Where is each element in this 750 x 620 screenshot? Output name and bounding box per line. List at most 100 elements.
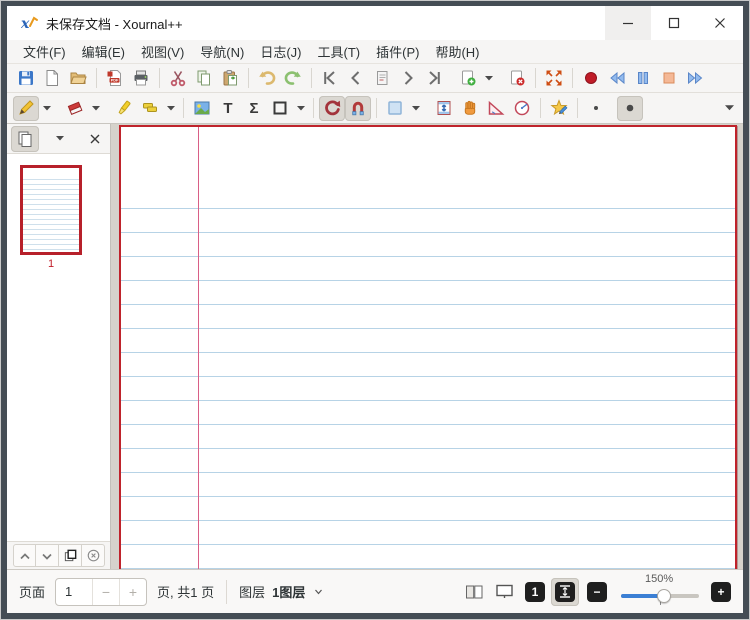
menu-plugins[interactable]: 插件(P) bbox=[368, 39, 427, 64]
thickness-medium-button[interactable] bbox=[617, 96, 643, 121]
add-page-dropdown[interactable] bbox=[481, 66, 496, 91]
vertical-space-button[interactable] bbox=[431, 96, 457, 121]
delete-page-button[interactable] bbox=[504, 66, 530, 91]
document-page[interactable] bbox=[119, 125, 737, 569]
audio-stop-button[interactable] bbox=[656, 66, 682, 91]
insert-image-button[interactable] bbox=[189, 96, 215, 121]
page-decrement-button[interactable]: − bbox=[92, 579, 119, 605]
zoom-in-button[interactable]: + bbox=[711, 582, 731, 602]
hand-tool-button[interactable] bbox=[457, 96, 483, 121]
print-button[interactable] bbox=[128, 66, 154, 91]
favorite-tool-button[interactable] bbox=[546, 96, 572, 121]
page-increment-button[interactable]: + bbox=[119, 579, 146, 605]
next-page-icon bbox=[399, 69, 417, 87]
select-rect-dropdown[interactable] bbox=[408, 96, 423, 121]
zoom-100-button[interactable]: 1 bbox=[525, 582, 545, 602]
layer-dropdown[interactable] bbox=[314, 589, 323, 595]
chevron-down-icon bbox=[56, 136, 64, 141]
layer-value[interactable]: 1图层 bbox=[272, 582, 305, 601]
thickness-menu-dropdown[interactable] bbox=[722, 96, 737, 121]
open-button[interactable] bbox=[65, 66, 91, 91]
zoom-slider[interactable]: 150% bbox=[621, 577, 699, 607]
menu-tools[interactable]: 工具(T) bbox=[310, 39, 369, 64]
menu-view[interactable]: 视图(V) bbox=[133, 39, 192, 64]
zoom-out-button[interactable]: − bbox=[587, 582, 607, 602]
select-rect-button[interactable] bbox=[382, 96, 408, 121]
separator bbox=[535, 68, 536, 88]
cut-button[interactable] bbox=[165, 66, 191, 91]
menu-navigation[interactable]: 导航(N) bbox=[192, 39, 252, 64]
svg-text:T: T bbox=[223, 100, 232, 117]
hand-icon bbox=[461, 99, 479, 117]
pdf-text-select-dropdown[interactable] bbox=[163, 96, 178, 121]
square-shape-icon bbox=[271, 99, 289, 117]
fine-dot-icon bbox=[587, 99, 605, 117]
fast-forward-icon bbox=[686, 69, 704, 87]
shape-tool-dropdown[interactable] bbox=[293, 96, 308, 121]
eraser-options-dropdown[interactable] bbox=[88, 96, 103, 121]
xournalpp-window: x 未保存文档 - Xournal++ 文件(F) 编辑(E) 视图(V) 导航… bbox=[7, 6, 743, 613]
xournalpp-logo-icon: x bbox=[21, 15, 39, 31]
separator bbox=[183, 98, 184, 118]
fullscreen-button[interactable] bbox=[541, 66, 567, 91]
paste-button[interactable] bbox=[217, 66, 243, 91]
pdf-text-select-icon bbox=[141, 99, 159, 117]
document-canvas[interactable] bbox=[111, 124, 743, 569]
paste-clipboard-icon bbox=[221, 69, 239, 87]
scroll-down-button[interactable] bbox=[36, 544, 59, 567]
undo-button[interactable] bbox=[254, 66, 280, 91]
menu-edit[interactable]: 编辑(E) bbox=[74, 39, 133, 64]
presentation-mode-button[interactable] bbox=[491, 580, 517, 604]
save-button[interactable] bbox=[13, 66, 39, 91]
text-tool-button[interactable]: T bbox=[215, 96, 241, 121]
maximize-button[interactable] bbox=[651, 6, 697, 40]
pen-options-dropdown[interactable] bbox=[39, 96, 54, 121]
first-page-button[interactable] bbox=[317, 66, 343, 91]
menu-file[interactable]: 文件(F) bbox=[15, 39, 74, 64]
sidebar-close-button[interactable] bbox=[84, 126, 106, 152]
paired-pages-button[interactable] bbox=[461, 580, 487, 604]
zoom-fit-button[interactable] bbox=[551, 578, 579, 606]
snap-magnet-button[interactable] bbox=[345, 96, 371, 121]
shape-recognizer-button[interactable] bbox=[319, 96, 345, 121]
last-page-button[interactable] bbox=[421, 66, 447, 91]
close-button[interactable] bbox=[697, 6, 743, 40]
next-page-button[interactable] bbox=[395, 66, 421, 91]
audio-forward-button[interactable] bbox=[682, 66, 708, 91]
chevron-down-icon bbox=[725, 105, 734, 111]
close-panel-button[interactable] bbox=[82, 544, 105, 567]
duplicate-page-button[interactable] bbox=[59, 544, 82, 567]
pen-tool-button[interactable] bbox=[13, 96, 39, 121]
audio-rewind-button[interactable] bbox=[604, 66, 630, 91]
page-thumbnail-1[interactable] bbox=[20, 165, 82, 255]
thumbnail-ruled-lines bbox=[23, 179, 79, 252]
sidebar-dropdown[interactable] bbox=[49, 126, 71, 152]
audio-pause-button[interactable] bbox=[630, 66, 656, 91]
previous-page-button[interactable] bbox=[343, 66, 369, 91]
redo-button[interactable] bbox=[280, 66, 306, 91]
eraser-icon bbox=[66, 99, 84, 117]
page-spinner-value[interactable]: 1 bbox=[56, 579, 92, 605]
new-document-icon bbox=[43, 69, 61, 87]
copy-button[interactable] bbox=[191, 66, 217, 91]
menu-journal[interactable]: 日志(J) bbox=[252, 39, 309, 64]
scroll-up-button[interactable] bbox=[13, 544, 36, 567]
select-pdf-text-button[interactable] bbox=[137, 96, 163, 121]
tex-tool-button[interactable]: Σ bbox=[241, 96, 267, 121]
add-page-button[interactable] bbox=[455, 66, 481, 91]
menu-help[interactable]: 帮助(H) bbox=[427, 39, 487, 64]
new-document-button[interactable] bbox=[39, 66, 65, 91]
sidebar-page-preview-button[interactable] bbox=[11, 126, 39, 152]
audio-record-button[interactable] bbox=[578, 66, 604, 91]
shape-tool-button[interactable] bbox=[267, 96, 293, 121]
thickness-fine-button[interactable] bbox=[583, 96, 609, 121]
minimize-button[interactable] bbox=[605, 6, 651, 40]
compass-button[interactable] bbox=[509, 96, 535, 121]
eraser-tool-button[interactable] bbox=[62, 96, 88, 121]
slider-thumb[interactable] bbox=[657, 589, 671, 603]
export-pdf-button[interactable]: PDF bbox=[102, 66, 128, 91]
goto-page-button[interactable] bbox=[369, 66, 395, 91]
highlighter-tool-button[interactable] bbox=[111, 96, 137, 121]
divider bbox=[226, 580, 227, 604]
setsquare-button[interactable] bbox=[483, 96, 509, 121]
